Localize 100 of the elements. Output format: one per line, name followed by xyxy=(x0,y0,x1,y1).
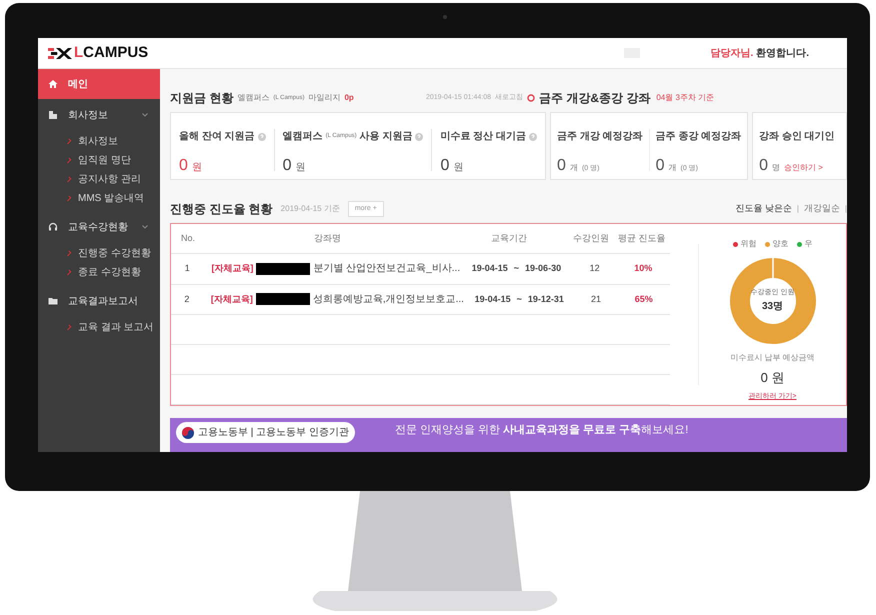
manager-name: 담당자님. xyxy=(710,46,754,60)
chevron-right-icon xyxy=(66,250,72,256)
sidebar-subitem-label: MMS 발송내역 xyxy=(78,192,144,206)
sidebar-subitem[interactable]: 공지사항 관리 xyxy=(38,170,160,189)
redaction-block xyxy=(256,293,310,306)
sidebar-label: 교육수강현황 xyxy=(68,220,129,234)
card-value: 0 xyxy=(557,156,566,176)
help-icon xyxy=(415,132,424,140)
logo-mark-icon xyxy=(48,48,72,58)
period-separator: ~ xyxy=(516,292,522,306)
period-end: 19-06-30 xyxy=(525,262,562,276)
week-basis: 04월 3주차 기준 xyxy=(656,92,714,104)
legend-label: 우 xyxy=(804,238,812,250)
card-label: 금주 종강 예정강좌 xyxy=(656,130,742,144)
sidebar-label: 교육결과보고서 xyxy=(68,294,139,308)
headset-icon xyxy=(48,222,58,232)
sidebar-subitem-label: 임직원 명단 xyxy=(78,154,131,168)
sidebar-subitem-label: 회사정보 xyxy=(78,135,118,149)
separator-text: | xyxy=(796,203,799,215)
card-unit: 명 xyxy=(772,162,780,174)
course-tag: [자체교육] xyxy=(211,262,254,276)
column-header: 수강인원 xyxy=(573,232,609,245)
sidebar-subitem[interactable]: 종료 수강현황 xyxy=(38,263,160,282)
column-header: 강좌명 xyxy=(314,232,341,245)
column-header: 평균 진도율 xyxy=(618,232,666,245)
progress-rate: 65% xyxy=(634,292,653,306)
sidebar-subitem[interactable]: 임직원 명단 xyxy=(38,151,160,170)
banner-text: 전문 인재양성을 위한 사내교육과정을 무료로 구축해보세요! xyxy=(394,423,688,438)
home-icon xyxy=(48,79,58,89)
card-value: 0 xyxy=(440,156,450,176)
mileage-label: 마일리지 xyxy=(308,92,340,104)
redaction-block xyxy=(256,262,310,275)
help-icon xyxy=(258,132,266,140)
sidebar-subitem-label: 교육 결과 보고서 xyxy=(78,321,154,335)
period-end: 19-12-31 xyxy=(528,292,564,306)
table-cell-text: 12 xyxy=(590,262,600,276)
card-value: 0 xyxy=(759,156,768,176)
sidebar-subitem[interactable]: MMS 발송내역 xyxy=(38,189,160,208)
section-title: 지원금 현황 xyxy=(170,90,234,107)
folder-icon xyxy=(48,296,58,306)
column-header: 교육기간 xyxy=(491,232,527,245)
column-header: No. xyxy=(180,232,195,245)
sidebar-item[interactable]: 메인 xyxy=(38,69,160,99)
section-title: 진행중 진도율 현황 xyxy=(170,201,273,218)
logo-text: CAMPUS xyxy=(83,42,148,63)
section-title: 금주 개강&종강 강좌 xyxy=(539,90,650,107)
card-unit: 개 xyxy=(570,162,578,174)
card-value: 0 xyxy=(179,156,188,176)
card-unit: 개 xyxy=(668,162,676,174)
card-label: 사용 지원금 xyxy=(360,130,412,144)
sidebar-subitem-label: 공지사항 관리 xyxy=(78,173,141,187)
period-separator: ~ xyxy=(514,262,520,276)
donut-value: 33명 xyxy=(762,300,784,314)
camera-icon xyxy=(443,15,447,19)
refresh-icon[interactable] xyxy=(527,94,535,102)
sort-link[interactable]: 개강일순 xyxy=(804,202,840,216)
sidebar-item[interactable]: 교육수강현황 xyxy=(38,213,160,241)
sidebar-subitem[interactable]: 회사정보 xyxy=(38,132,160,151)
sidebar-label: 회사정보 xyxy=(68,108,109,122)
legend-label: 양호 xyxy=(772,238,788,250)
progress-rate: 10% xyxy=(634,262,652,276)
legend-label: 위험 xyxy=(740,238,756,250)
card-label: 금주 개강 예정강좌 xyxy=(557,130,643,144)
course-tag: [자체교육] xyxy=(210,292,253,306)
chevron-right-icon xyxy=(66,270,72,276)
fee-label: 미수료시 납부 예상금액 xyxy=(730,352,815,364)
period-start: 19-04-15 xyxy=(472,262,508,276)
card-unit: 원 xyxy=(453,161,464,175)
course-name: 분기별 산업안전보건교육_비사... xyxy=(313,262,460,276)
table-cell-text: 2 xyxy=(184,292,190,306)
sidebar-item[interactable]: 교육결과보고서 xyxy=(38,287,160,315)
card-unit: 원 xyxy=(295,161,306,175)
sort-link[interactable]: 진도율 낮은순 xyxy=(735,202,792,216)
sidebar-subitem-label: 진행중 수강현황 xyxy=(78,247,151,261)
card-value: 0 xyxy=(656,156,664,176)
sidebar-subitem[interactable]: 진행중 수강현황 xyxy=(38,244,160,263)
sidebar-subitem[interactable]: 교육 결과 보고서 xyxy=(38,318,160,337)
section-basis: 2019-04-15 기준 xyxy=(280,203,340,215)
taegeuk-emblem-icon xyxy=(182,426,194,438)
sidebar-item[interactable]: 회사정보 xyxy=(38,101,160,129)
chevron-right-icon xyxy=(66,158,72,164)
sidebar-label: 메인 xyxy=(68,78,89,92)
course-name: 성희롱예방교육,개인정보보호교... xyxy=(312,292,464,307)
card-label: 올해 잔여 지원금 xyxy=(179,130,255,144)
building-icon xyxy=(48,110,58,120)
mileage-value: 0p xyxy=(344,92,354,104)
card-label: 강좌 승인 대기인 xyxy=(759,130,836,144)
chevron-right-icon xyxy=(66,324,72,330)
period-start: 19-04-15 xyxy=(474,292,511,306)
sidebar-subitem-label: 종료 수강현황 xyxy=(78,266,141,280)
badge-text: 고용노동부 | 고용노동부 인증기관 xyxy=(198,426,349,440)
separator-text: | xyxy=(844,203,847,215)
card-label: 미수료 정산 대기금 xyxy=(440,130,526,144)
approve-link[interactable]: 승인하기 > xyxy=(784,162,823,174)
chevron-right-icon xyxy=(66,176,72,182)
table-cell-text: 1 xyxy=(184,262,190,276)
welcome-text: 환영합니다. xyxy=(756,46,809,60)
logo-accent: L xyxy=(74,42,84,63)
help-icon xyxy=(529,132,538,140)
table-cell-text: 21 xyxy=(591,292,602,306)
